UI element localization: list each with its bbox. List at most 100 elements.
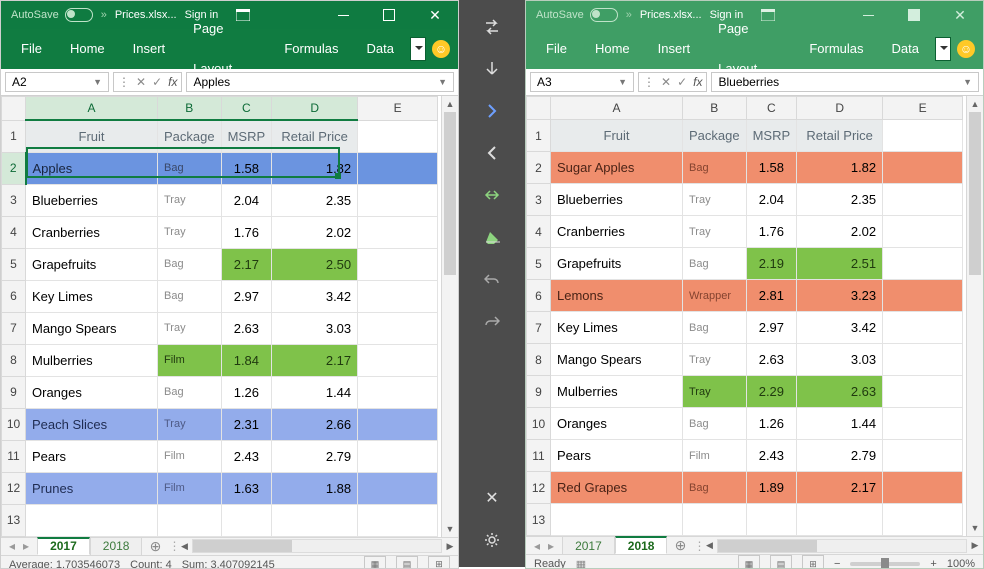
cell-retail[interactable]: 2.51 xyxy=(797,248,883,280)
cell[interactable] xyxy=(358,184,438,216)
chevron-left-icon[interactable] xyxy=(478,142,506,164)
column-header-D[interactable]: D xyxy=(272,97,358,121)
cell-retail[interactable]: 2.17 xyxy=(797,472,883,504)
cell-fruit[interactable]: Blueberries xyxy=(26,184,158,216)
cell-fruit[interactable]: Mulberries xyxy=(26,344,158,376)
cell-fruit[interactable]: Prunes xyxy=(26,472,158,504)
cell[interactable] xyxy=(883,440,963,472)
row-header[interactable]: 12 xyxy=(2,472,26,504)
column-header-B[interactable]: B xyxy=(683,97,747,120)
cell-retail[interactable]: 2.35 xyxy=(272,184,358,216)
row-header[interactable]: 1 xyxy=(527,120,551,152)
cell-retail[interactable]: 2.79 xyxy=(272,440,358,472)
ribbon-tab-formulas[interactable]: Formulas xyxy=(272,29,350,69)
spreadsheet-grid[interactable]: ABCDE1FruitPackageMSRPRetail Price2Apple… xyxy=(1,96,441,537)
table-header-cell[interactable]: Package xyxy=(683,120,747,152)
toggle-pill[interactable] xyxy=(590,8,618,22)
add-sheet-button[interactable]: ⊕ xyxy=(667,537,693,554)
close-button[interactable]: ✕ xyxy=(937,1,983,29)
ribbon-tab-insert[interactable]: Insert xyxy=(121,29,178,69)
cell-retail[interactable]: 2.63 xyxy=(797,376,883,408)
table-row[interactable]: 9OrangesBag1.261.44 xyxy=(2,376,438,408)
table-row[interactable]: 6LemonsWrapper2.813.23 xyxy=(527,280,963,312)
cell-package[interactable]: Bag xyxy=(158,376,222,408)
cell-package[interactable]: Tray xyxy=(158,408,222,440)
cell-retail[interactable]: 2.02 xyxy=(797,216,883,248)
cell-fruit[interactable]: Key Limes xyxy=(551,312,683,344)
column-header-C[interactable]: C xyxy=(746,97,797,120)
chevron-down-icon[interactable]: ▼ xyxy=(618,77,627,87)
cell[interactable] xyxy=(358,312,438,344)
scroll-up-icon[interactable]: ▲ xyxy=(442,96,458,112)
cell-fruit[interactable]: Grapefruits xyxy=(26,248,158,280)
cell-retail[interactable]: 2.50 xyxy=(272,248,358,280)
table-header-cell[interactable]: Fruit xyxy=(551,120,683,152)
row-header[interactable]: 4 xyxy=(527,216,551,248)
cell-package[interactable]: Bag xyxy=(158,280,222,312)
cell-package[interactable]: Bag xyxy=(683,408,747,440)
cell[interactable] xyxy=(883,504,963,536)
eraser-icon[interactable] xyxy=(478,226,506,248)
cell-fruit[interactable]: Oranges xyxy=(26,376,158,408)
cell-retail[interactable]: 1.44 xyxy=(272,376,358,408)
cell-retail[interactable]: 3.42 xyxy=(797,312,883,344)
table-header-cell[interactable]: MSRP xyxy=(221,120,272,152)
cell-msrp[interactable]: 1.76 xyxy=(746,216,797,248)
cell-msrp[interactable]: 2.81 xyxy=(746,280,797,312)
cell-package[interactable]: Tray xyxy=(683,216,747,248)
row-header[interactable]: 7 xyxy=(527,312,551,344)
select-all-corner[interactable] xyxy=(527,97,551,120)
cell[interactable] xyxy=(883,376,963,408)
sheet-tab-2018[interactable]: 2018 xyxy=(615,536,668,554)
ribbon-tab-file[interactable]: File xyxy=(534,29,579,69)
cell-package[interactable]: Tray xyxy=(158,184,222,216)
cell-retail[interactable]: 3.03 xyxy=(797,344,883,376)
ribbon-dropdown[interactable] xyxy=(410,37,426,61)
cell-msrp[interactable]: 2.63 xyxy=(221,312,272,344)
cell[interactable] xyxy=(883,344,963,376)
cell-package[interactable]: Tray xyxy=(158,216,222,248)
cell[interactable] xyxy=(26,504,158,536)
column-header-E[interactable]: E xyxy=(358,97,438,121)
table-row[interactable]: 6Key LimesBag2.973.42 xyxy=(2,280,438,312)
row-header[interactable]: 10 xyxy=(2,408,26,440)
ribbon-tab-data[interactable]: Data xyxy=(355,29,406,69)
cell[interactable] xyxy=(883,120,963,152)
vertical-scrollbar[interactable]: ▲ ▼ xyxy=(966,96,983,536)
spreadsheet-grid[interactable]: ABCDE1FruitPackageMSRPRetail Price2Sugar… xyxy=(526,96,966,536)
cell-fruit[interactable]: Lemons xyxy=(551,280,683,312)
table-row[interactable]: 7Key LimesBag2.973.42 xyxy=(527,312,963,344)
cell[interactable] xyxy=(883,280,963,312)
redo-icon[interactable] xyxy=(478,310,506,332)
scroll-down-icon[interactable]: ▼ xyxy=(442,521,458,537)
chevron-down-icon[interactable]: ▼ xyxy=(963,77,972,87)
autosave-toggle[interactable]: AutoSave xyxy=(536,8,618,22)
cell[interactable] xyxy=(358,248,438,280)
cell-msrp[interactable]: 1.58 xyxy=(746,152,797,184)
cell[interactable] xyxy=(746,504,797,536)
cell[interactable] xyxy=(358,440,438,472)
cell-msrp[interactable]: 1.26 xyxy=(221,376,272,408)
tabs-nav[interactable]: ◂▸ xyxy=(526,537,562,554)
row-header[interactable]: 13 xyxy=(527,504,551,536)
cell-package[interactable]: Bag xyxy=(158,152,222,184)
cell[interactable] xyxy=(272,504,358,536)
cell-package[interactable]: Bag xyxy=(683,248,747,280)
table-row[interactable]: 5GrapefruitsBag2.172.50 xyxy=(2,248,438,280)
name-box[interactable]: A2 ▼ xyxy=(5,72,109,92)
column-header-A[interactable]: A xyxy=(26,97,158,121)
cancel-icon[interactable]: ✕ xyxy=(661,75,671,89)
view-break-icon[interactable]: ⊞ xyxy=(428,556,450,569)
cell[interactable] xyxy=(358,120,438,152)
view-page-icon[interactable]: ▤ xyxy=(396,556,418,569)
cell-fruit[interactable]: Red Grapes xyxy=(551,472,683,504)
row-header[interactable]: 11 xyxy=(2,440,26,472)
feedback-smiley-icon[interactable]: ☺ xyxy=(432,40,450,58)
zoom-slider[interactable] xyxy=(850,562,920,566)
scroll-right-icon[interactable]: ▶ xyxy=(442,541,458,552)
table-row[interactable]: 8MulberriesFilm1.842.17 xyxy=(2,344,438,376)
cell-msrp[interactable]: 2.43 xyxy=(221,440,272,472)
chevron-down-icon[interactable]: ▼ xyxy=(438,77,447,87)
cell-package[interactable]: Film xyxy=(683,440,747,472)
table-row[interactable]: 4CranberriesTray1.762.02 xyxy=(2,216,438,248)
